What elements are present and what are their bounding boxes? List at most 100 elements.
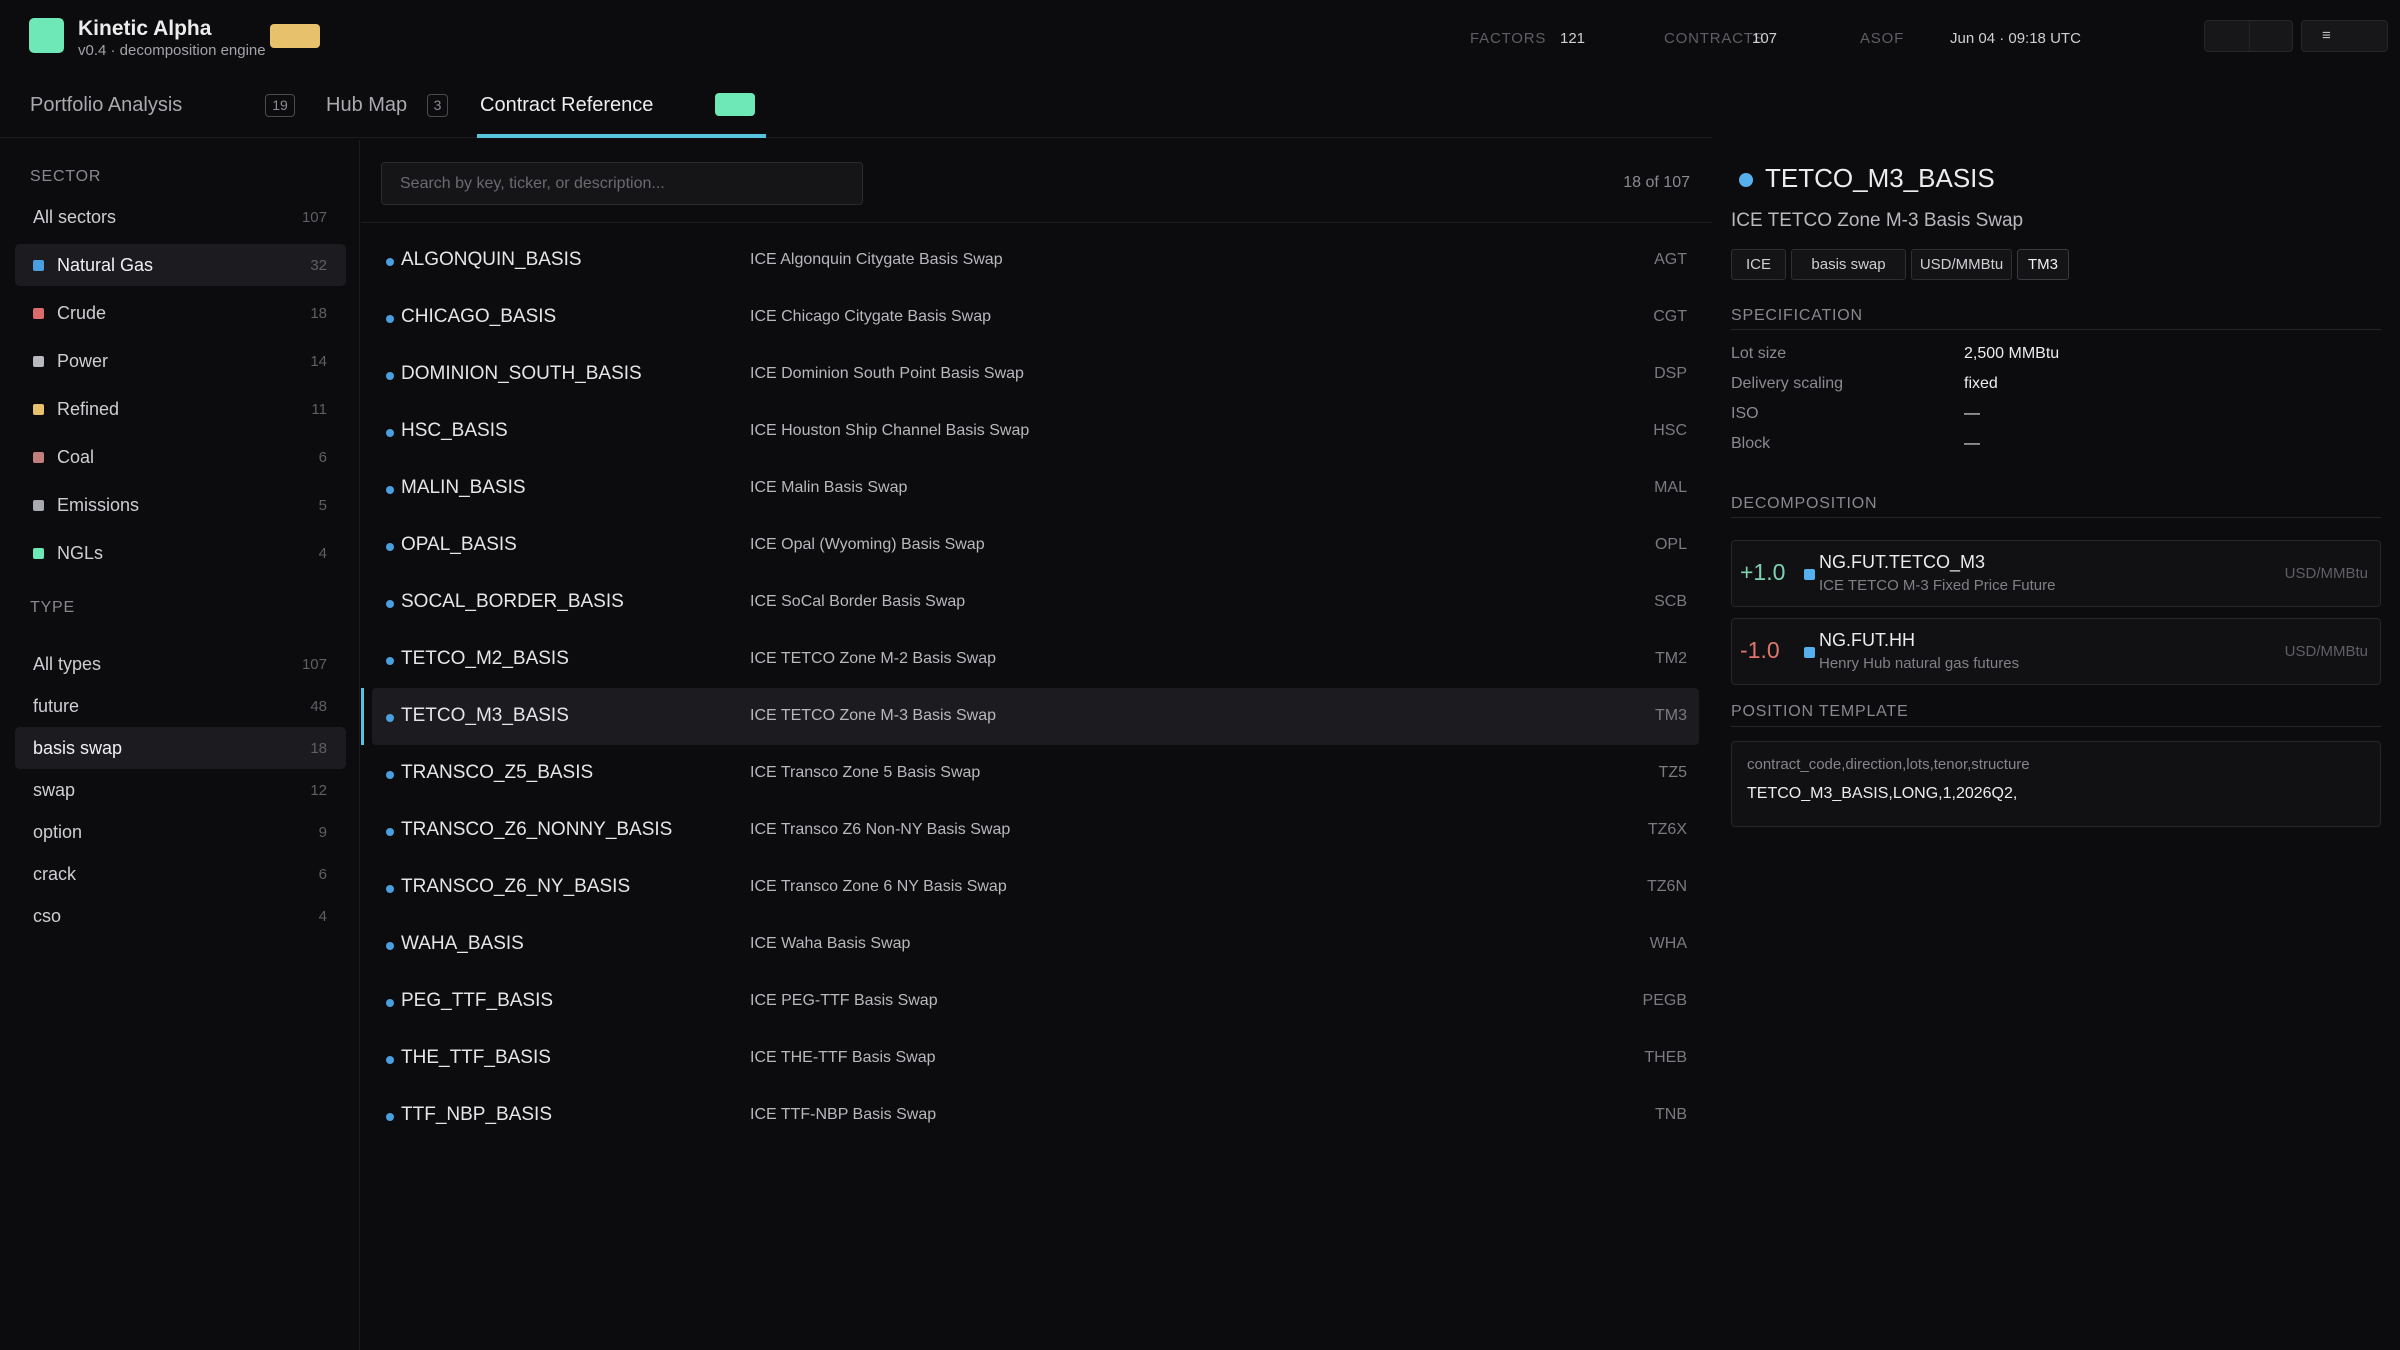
contract-ticker: HSC <box>1653 422 1687 439</box>
sidebar-item-label: Refined <box>57 399 120 419</box>
spec-delivery-scaling-value: fixed <box>1964 375 1998 392</box>
detail-subtitle: ICE TETCO Zone M-3 Basis Swap <box>1731 210 2024 231</box>
contract-row[interactable]: TTF_NBP_BASIS ICE TTF-NBP Basis Swap TNB <box>372 1087 1699 1144</box>
sector-dot <box>386 258 394 266</box>
sidebar-item-sector[interactable]: Natural Gas 32 <box>15 244 346 286</box>
position-template-box[interactable]: contract_code,direction,lots,tenor,struc… <box>1731 741 2381 827</box>
contract-row[interactable]: PEG_TTF_BASIS ICE PEG-TTF Basis Swap PEGB <box>372 973 1699 1030</box>
sidebar-item-sector[interactable]: NGLs 4 <box>15 532 346 574</box>
sidebar-item-type[interactable]: swap 12 <box>15 769 346 811</box>
contract-key: TRANSCO_Z6_NY_BASIS <box>401 876 631 897</box>
contract-key: THE_TTF_BASIS <box>401 1047 551 1068</box>
contract-row[interactable]: THE_TTF_BASIS ICE THE-TTF Basis Swap THEB <box>372 1030 1699 1087</box>
sidebar-item-count: 12 <box>310 782 327 799</box>
search-input[interactable] <box>381 162 863 205</box>
contract-row[interactable]: ALGONQUIN_BASIS ICE Algonquin Citygate Ba… <box>372 232 1699 289</box>
sidebar-item-count: 4 <box>318 908 327 925</box>
sidebar-item-type[interactable]: option 9 <box>15 811 346 853</box>
sidebar-item-label: cso <box>33 906 62 926</box>
contract-row[interactable]: TRANSCO_Z5_BASIS ICE Transco Zone 5 Basis… <box>372 745 1699 802</box>
leg-factor-description: ICE TETCO M-3 Fixed Price Future <box>1819 577 2056 594</box>
sector-dot <box>386 1113 394 1121</box>
sidebar-item-count: 6 <box>318 449 327 466</box>
sidebar-item-sector[interactable]: Emissions 5 <box>15 484 346 526</box>
contract-ticker: TZ5 <box>1658 764 1687 781</box>
leg-weight: +1.0 <box>1740 559 1786 585</box>
contract-description: ICE Dominion South Point Basis Swap <box>750 365 1024 382</box>
menu-button[interactable]: ≡ <box>2301 20 2388 52</box>
contract-ticker: TM3 <box>1655 707 1687 724</box>
sidebar-item-count: 11 <box>311 401 327 418</box>
sidebar-item-count: 14 <box>310 353 327 370</box>
sidebar-item-sector[interactable]: Power 14 <box>15 340 346 382</box>
decomposition-leg[interactable]: -1.0 NG.FUT.HH Henry Hub natural gas fut… <box>1731 618 2381 685</box>
sidebar-item-label: Emissions <box>57 495 140 515</box>
hamburger-icon: ≡ <box>2322 27 2331 44</box>
tab-hub-map-badge: 3 <box>427 94 448 117</box>
sector-dot <box>386 999 394 1007</box>
contract-row[interactable]: CHICAGO_BASIS ICE Chicago Citygate Basis … <box>372 289 1699 346</box>
contract-description: ICE PEG-TTF Basis Swap <box>750 992 938 1009</box>
tab-portfolio-analysis[interactable]: Portfolio Analysis <box>30 94 182 117</box>
contract-ticker: DSP <box>1654 365 1687 382</box>
sector-dot <box>386 771 394 779</box>
sidebar-item-sector[interactable]: Coal 6 <box>15 436 346 478</box>
decomposition-leg[interactable]: +1.0 NG.FUT.TETCO_M3 ICE TETCO M-3 Fixed… <box>1731 540 2381 607</box>
contract-row[interactable]: TETCO_M2_BASIS ICE TETCO Zone M-2 Basis S… <box>372 631 1699 688</box>
stat-contracts-label: CONTRACTS <box>1664 30 1765 47</box>
contract-row[interactable]: SOCAL_BORDER_BASIS ICE SoCal Border Basis… <box>372 574 1699 631</box>
filter-sidebar: SECTOR All sectors 107 Natural Gas 32 Crude 1… <box>0 140 360 1350</box>
stat-asof-label: ASOF <box>1860 30 1905 47</box>
sector-dot <box>386 1056 394 1064</box>
sidebar-item-type[interactable]: crack 6 <box>15 853 346 895</box>
leg-factor-code: NG.FUT.TETCO_M3 <box>1819 552 1986 572</box>
contract-key: HSC_BASIS <box>401 420 508 441</box>
sidebar-item-label: All sectors <box>33 207 117 227</box>
contract-row[interactable]: TRANSCO_Z6_NONNY_BASIS ICE Transco Z6 Non… <box>372 802 1699 859</box>
contract-row[interactable]: WAHA_BASIS ICE Waha Basis Swap WHA <box>372 916 1699 973</box>
sector-dot <box>386 828 394 836</box>
sidebar-item-type[interactable]: future 48 <box>15 685 346 727</box>
sidebar-item-type[interactable]: cso 4 <box>15 895 346 937</box>
sector-section-title: SECTOR <box>30 168 102 185</box>
sidebar-item-sector[interactable]: Refined 11 <box>15 388 346 430</box>
top-bar: Kinetic Alpha v0.4 · decomposition engin… <box>0 0 2400 72</box>
contract-ticker: THEB <box>1644 1049 1687 1066</box>
contract-ticker: TZ6X <box>1647 821 1687 838</box>
contract-row[interactable]: TRANSCO_Z6_NY_BASIS ICE Transco Zone 6 NY… <box>372 859 1699 916</box>
contract-description: ICE TETCO Zone M-3 Basis Swap <box>750 707 996 724</box>
sidebar-item-sector[interactable]: All sectors 107 <box>15 196 346 238</box>
sidebar-item-count: 32 <box>310 257 327 274</box>
sidebar-item-count: 18 <box>310 740 327 757</box>
contract-description: ICE Malin Basis Swap <box>750 479 908 496</box>
contract-key: OPAL_BASIS <box>401 534 517 555</box>
stat-asof-value: Jun 04 · 09:18 UTC <box>1950 30 2081 47</box>
tab-hub-map[interactable]: Hub Map <box>326 94 407 117</box>
spec-divider <box>1731 329 2381 330</box>
contract-description: ICE Algonquin Citygate Basis Swap <box>750 251 1003 268</box>
spec-lot-size-label: Lot size <box>1731 345 1787 362</box>
sidebar-item-type[interactable]: basis swap 18 <box>15 727 346 769</box>
decomposition-divider <box>1731 517 2381 518</box>
sidebar-item-type[interactable]: All types 107 <box>15 643 346 685</box>
app-root: Kinetic Alpha v0.4 · decomposition engin… <box>0 0 2400 1350</box>
sidebar-item-sector[interactable]: Crude 18 <box>15 292 346 334</box>
leg-factor-description: Henry Hub natural gas futures <box>1819 655 2020 672</box>
contract-row[interactable]: TETCO_M3_BASIS ICE TETCO Zone M-3 Basis S… <box>361 688 1699 745</box>
contract-description: ICE Transco Zone 5 Basis Swap <box>750 764 981 781</box>
contract-row[interactable]: HSC_BASIS ICE Houston Ship Channel Basis … <box>372 403 1699 460</box>
toggle-button-group[interactable] <box>2204 20 2293 52</box>
contract-ticker: TM2 <box>1655 650 1687 667</box>
detail-title: TETCO_M3_BASIS <box>1765 163 1995 193</box>
contract-row[interactable]: DOMINION_SOUTH_BASIS ICE Dominion South P… <box>372 346 1699 403</box>
contract-row[interactable]: OPAL_BASIS ICE Opal (Wyoming) Basis Swap O… <box>372 517 1699 574</box>
app-logo <box>29 18 64 53</box>
sidebar-item-count: 48 <box>310 698 327 715</box>
tag-unit: USD/MMBtu <box>1911 249 2012 280</box>
tab-contract-reference[interactable]: Contract Reference <box>480 94 653 117</box>
type-section-title: TYPE <box>30 599 75 616</box>
spec-block-label: Block <box>1731 435 1771 452</box>
contract-row[interactable]: MALIN_BASIS ICE Malin Basis Swap MAL <box>372 460 1699 517</box>
position-template-divider <box>1731 726 2381 727</box>
sidebar-item-count: 107 <box>301 209 327 226</box>
